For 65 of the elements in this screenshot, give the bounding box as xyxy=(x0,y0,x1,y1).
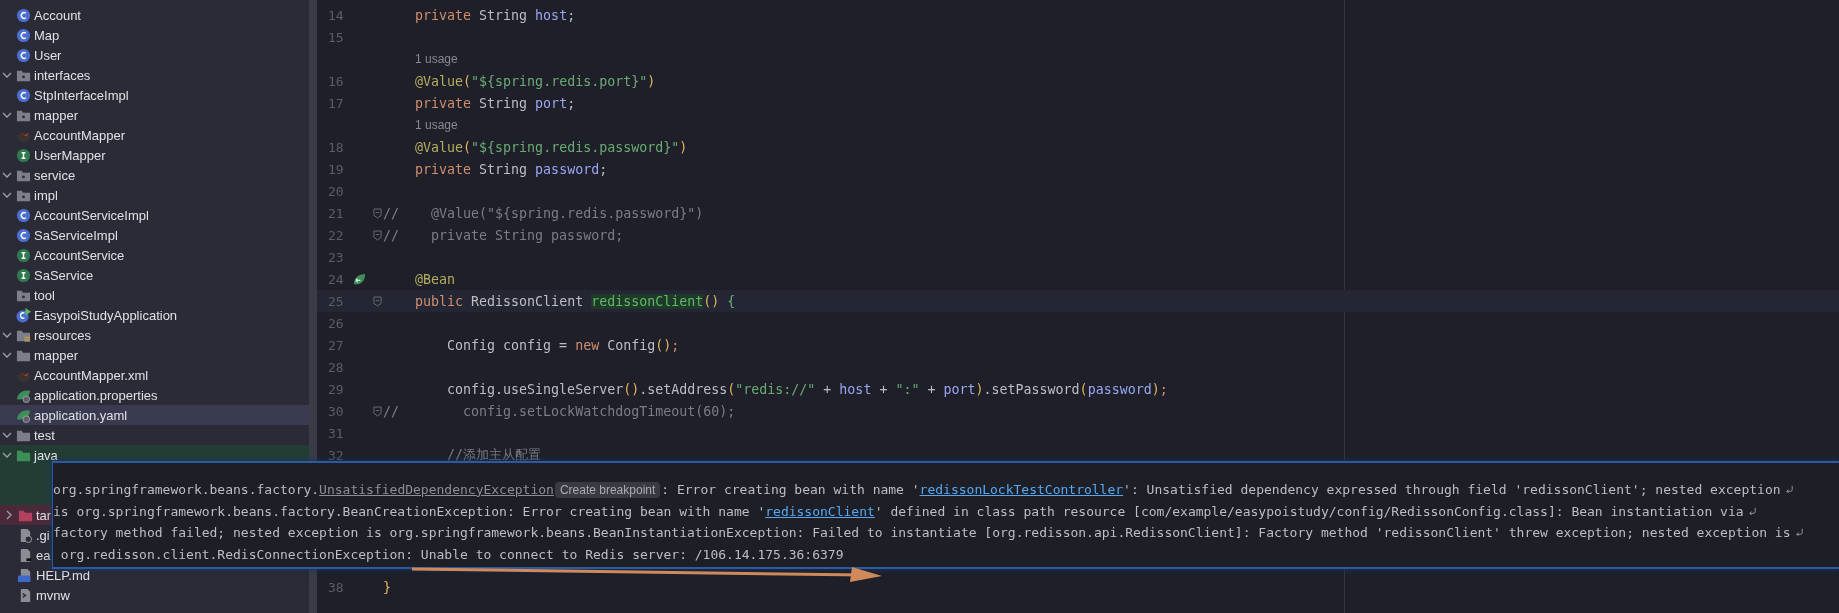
code-line: // @Value("${spring.redis.password}") xyxy=(383,205,704,221)
code-line: @Value("${spring.redis.port}") xyxy=(414,73,656,89)
code-line: // config.setLockWatchdogTimeout(60); xyxy=(383,403,736,419)
line-number: 23 xyxy=(327,249,345,265)
line-number: 24 xyxy=(327,271,345,287)
line-number: 18 xyxy=(327,139,345,155)
line-number: 20 xyxy=(327,183,345,199)
code-line: public RedissonClient redissonClient() { xyxy=(414,293,736,309)
code-line: } xyxy=(383,579,391,595)
tree-label: ea xyxy=(36,547,51,563)
code-line: @Value("${spring.redis.password}") xyxy=(414,139,688,155)
line-number: 19 xyxy=(327,161,345,177)
tree-label: AccountServiceImpl xyxy=(34,207,149,223)
tree-label: EasypoiStudyApplication xyxy=(34,307,178,323)
code-line: Config config = new Config(); xyxy=(446,337,680,353)
line-number: 30 xyxy=(327,403,345,419)
line-number: 27 xyxy=(327,337,345,353)
tree-label: impl xyxy=(34,187,58,203)
code-line: // private String password; xyxy=(383,227,624,243)
tree-label: User xyxy=(34,47,62,63)
line-number: 26 xyxy=(327,315,345,331)
error-message-line: org.springframework.beans.factory.UnsatisfiedDependencyException Create breakpoint : Error creating bean with name 'redissonLockTestController': Unsatisfied dependency expressed through field 'redissonClient'; nested exception xyxy=(53,481,1781,498)
line-number: 38 xyxy=(327,579,345,595)
line-number: 16 xyxy=(327,73,345,89)
tree-label: StpInterfaceImpl xyxy=(34,87,129,103)
tree-label: test xyxy=(34,427,55,443)
line-number: 29 xyxy=(327,381,345,397)
line-number: 15 xyxy=(327,29,345,45)
tree-label: java xyxy=(34,447,58,463)
error-message-line: is org.springframework.beans.factory.BeanCreationException: Error creating bean with name 'redissonClient' defined in class path resource [com/example/easypoistudy/config/RedissonConfig.class]: Bean instantiation via xyxy=(53,503,1744,519)
line-number: 14 xyxy=(327,7,345,23)
tree-label: .gi xyxy=(36,527,50,543)
line-number: 32 xyxy=(327,447,345,463)
tree-label: resources xyxy=(34,327,92,343)
code-line: private String port; xyxy=(414,95,576,111)
line-number: 31 xyxy=(327,425,345,441)
tree-label: HELP.md xyxy=(36,567,90,583)
line-number: 17 xyxy=(327,95,345,111)
tree-label: mapper xyxy=(34,107,79,123)
tree-label: tar xyxy=(36,507,52,523)
code-line: //添加主从配置 xyxy=(446,446,542,464)
line-number: 22 xyxy=(327,227,345,243)
tree-label: AccountMapper.xml xyxy=(34,367,149,383)
error-message-line: org.redisson.client.RedisConnectionException: Unable to connect to Redis server: /106.14.175.36:6379 xyxy=(59,546,844,562)
tree-label: UserMapper xyxy=(34,147,106,163)
tree-label: mapper xyxy=(34,347,79,363)
tree-label: Map xyxy=(34,27,60,43)
line-number: 28 xyxy=(327,359,345,375)
tree-label: SaService xyxy=(34,267,94,283)
code-line: private String password; xyxy=(414,161,608,177)
error-message-line: factory method failed; nested exception is org.springframework.beans.BeanInstantiationException: Failed to instantiate [org.redisson.api.RedissonClient]: Factory method 'redissonClient' threw exception; nested exception is xyxy=(53,525,1791,541)
code-line: private String host; xyxy=(414,7,576,23)
tree-label: interfaces xyxy=(34,67,91,83)
line-number: 21 xyxy=(327,205,345,221)
tree-label: SaServiceImpl xyxy=(34,227,118,243)
tree-label: application.yaml xyxy=(34,407,128,423)
tree-label: AccountService xyxy=(34,247,125,263)
tree-label: service xyxy=(34,167,76,183)
tree-label: application.properties xyxy=(34,387,158,403)
tree-label: Account xyxy=(34,7,81,23)
code-line: config.useSingleServer().setAddress("redis://" + host + ":" + port).setPassword(password); xyxy=(446,381,1168,397)
tree-label: mvnw xyxy=(36,587,70,603)
code-line: @Bean xyxy=(414,271,456,287)
tree-label: AccountMapper xyxy=(34,127,126,143)
tree-label: tool xyxy=(34,287,55,303)
